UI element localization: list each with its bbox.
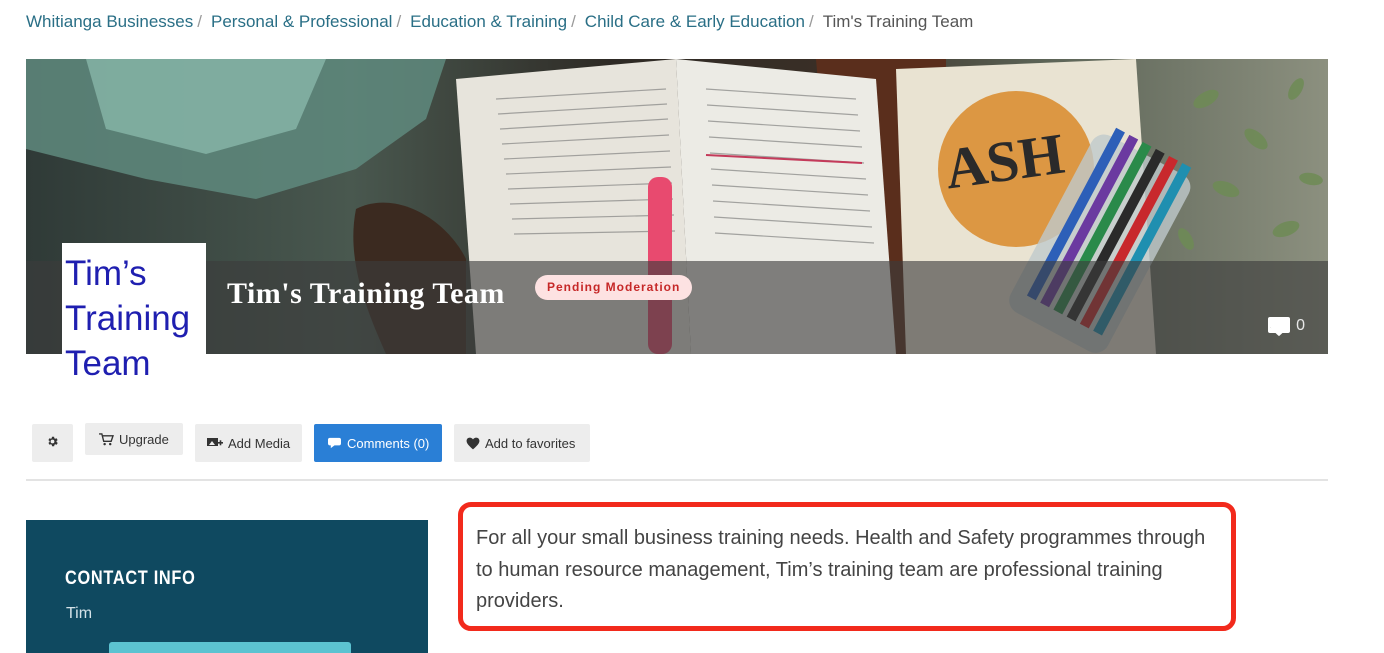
breadcrumb-link-whitianga-businesses[interactable]: Whitianga Businesses	[26, 12, 193, 32]
status-badge: Pending Moderation	[535, 275, 693, 300]
upgrade-label: Upgrade	[119, 431, 169, 447]
add-media-label: Add Media	[228, 435, 291, 451]
contact-button[interactable]	[109, 642, 351, 653]
comments-label: Comments (0)	[347, 435, 430, 451]
listing-title: Tim's Training Team	[227, 277, 505, 310]
comments-icon	[327, 437, 342, 450]
contact-name: Tim	[66, 605, 93, 622]
breadcrumb-link-education-training[interactable]: Education & Training	[410, 12, 567, 32]
add-to-favorites-label: Add to favorites	[485, 435, 576, 451]
breadcrumb-separator: /	[396, 12, 402, 31]
add-media-icon	[207, 437, 223, 449]
heart-icon	[466, 437, 480, 450]
cart-icon	[99, 432, 114, 446]
listing-description-highlight: For all your small business training nee…	[458, 502, 1236, 631]
gear-icon	[46, 435, 59, 451]
breadcrumb-separator: /	[571, 12, 576, 31]
toolbar-divider	[26, 479, 1328, 481]
cover-image: ASH Tim's Training Team Pending Moderati…	[26, 59, 1328, 354]
breadcrumb-link-child-care[interactable]: Child Care & Early Education	[585, 12, 805, 32]
contact-info-heading: CONTACT INFO	[65, 568, 196, 589]
favorites-count: 0	[1296, 317, 1305, 334]
settings-button[interactable]	[32, 424, 73, 462]
listing-stats: 8 0	[1268, 317, 1314, 337]
breadcrumb-link-personal-professional[interactable]: Personal & Professional	[211, 12, 392, 32]
breadcrumb-current: Tim's Training Team	[822, 12, 974, 31]
contact-info-panel: CONTACT INFO Tim	[26, 520, 428, 653]
add-media-button[interactable]: Add Media	[195, 424, 302, 462]
listing-description: For all your small business training nee…	[476, 527, 1206, 612]
breadcrumb: Whitianga Businesses / Personal & Profes…	[26, 11, 973, 33]
add-to-favorites-button[interactable]: Add to favorites	[454, 424, 590, 462]
logo-text: Tim’s Training Team	[65, 254, 191, 378]
breadcrumb-separator: /	[808, 12, 814, 31]
breadcrumb-separator: /	[197, 12, 202, 31]
upgrade-button[interactable]: Upgrade	[85, 423, 183, 455]
comments-button[interactable]: Comments (0)	[314, 424, 442, 462]
business-logo: Tim’s Training Team	[62, 243, 206, 378]
